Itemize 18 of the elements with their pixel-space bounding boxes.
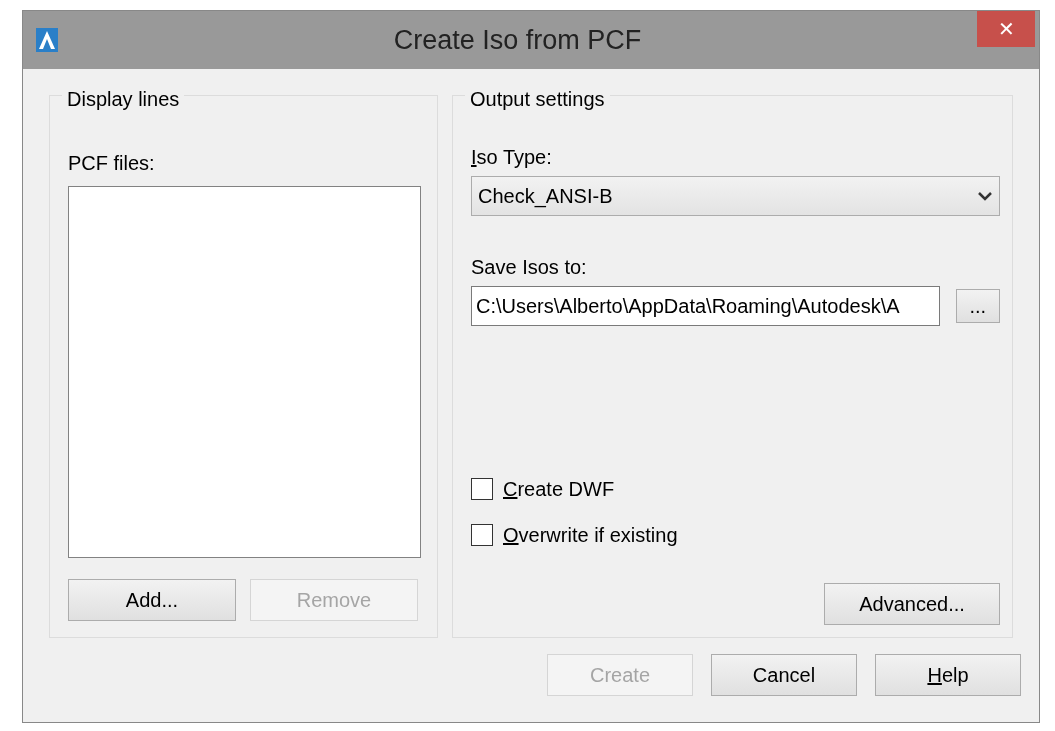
window-title: Create Iso from PCF: [392, 23, 643, 57]
list-label: PCF files:: [68, 151, 156, 176]
iso-type-dropdown[interactable]: Check_ANSI-B: [471, 176, 1000, 216]
checkbox[interactable]: [471, 524, 493, 546]
checkbox[interactable]: [471, 478, 493, 500]
save-path-field[interactable]: C:\Users\Alberto\AppData\Roaming\Autodesk\A: [471, 286, 940, 326]
dialog-button[interactable]: Cancel: [711, 654, 857, 696]
advanced-button[interactable]: Advanced...: [824, 583, 1000, 625]
chevron-down-icon: [977, 191, 993, 201]
checkbox-label: Overwrite if existing: [503, 523, 678, 548]
dialog-button[interactable]: Help: [875, 654, 1021, 696]
iso-type-label: Iso Type:: [471, 145, 553, 170]
browse-button[interactable]: ...: [955, 289, 1000, 323]
add-button[interactable]: Add...: [68, 579, 236, 621]
checkbox-label: Create DWF: [503, 477, 615, 502]
save-path-label: Save Isos to:: [471, 255, 588, 280]
app-logo-icon: [36, 28, 58, 52]
close-button[interactable]: ✕: [977, 11, 1035, 47]
